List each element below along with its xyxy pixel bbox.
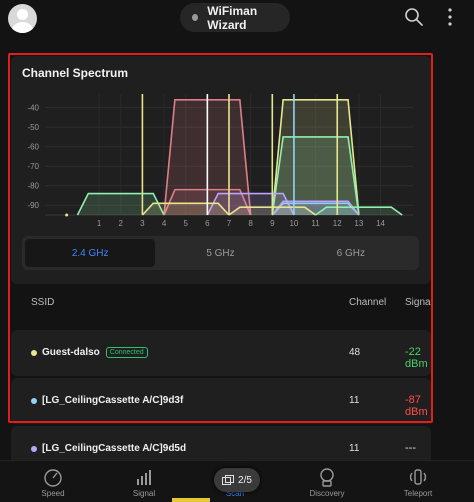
ssid-cell: [LG_CeilingCassette A/C]9d5d: [31, 443, 186, 454]
signal-icon: [137, 470, 151, 485]
ssid-label: [LG_CeilingCassette A/C]9d5d: [42, 443, 187, 454]
speed-icon: [44, 469, 62, 487]
scan-progress-indicator: [172, 498, 210, 502]
scan-counter[interactable]: 2/5: [214, 468, 260, 492]
signal-cell: ---: [405, 442, 416, 454]
nav-label: Teleport: [403, 489, 433, 498]
nav-item-speed[interactable]: Speed: [13, 461, 93, 502]
nav-label: Discovery: [309, 489, 345, 498]
avatar[interactable]: [8, 4, 37, 33]
nav-label: Signal: [132, 489, 156, 498]
nav-label: Speed: [41, 489, 65, 498]
scan-counter-label: 2/5: [238, 474, 252, 486]
channel-cell: 11: [349, 443, 360, 454]
nav-item-signal[interactable]: Signal: [104, 461, 184, 502]
discovery-icon: [320, 468, 334, 487]
pages-icon: [222, 475, 235, 485]
selection-highlight: [8, 53, 433, 423]
nav-item-discovery[interactable]: Discovery: [287, 461, 367, 502]
search-icon[interactable]: [404, 7, 424, 27]
top-bar: WiFiman Wizard: [0, 0, 474, 40]
wizard-label: WiFiman Wizard: [207, 3, 258, 32]
nav-item-teleport[interactable]: Teleport: [378, 461, 458, 502]
more-vertical-icon[interactable]: [440, 7, 460, 27]
teleport-icon: [409, 469, 427, 485]
wizard-button[interactable]: WiFiman Wizard: [180, 3, 290, 32]
network-color-dot-icon: [31, 445, 37, 452]
status-dot-icon: [192, 14, 199, 21]
